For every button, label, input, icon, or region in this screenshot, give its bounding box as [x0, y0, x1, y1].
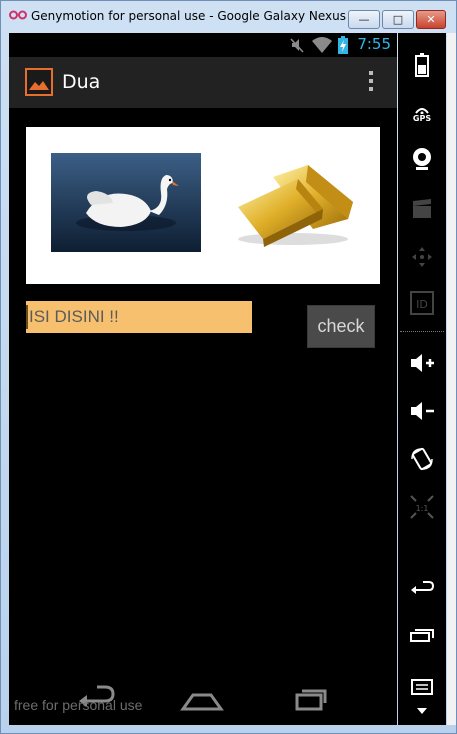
image-panel	[26, 127, 380, 284]
pixel-perfect-icon[interactable]: 1:1	[398, 489, 446, 525]
wifi-icon	[312, 37, 332, 53]
sidebar-back-icon[interactable]	[398, 569, 446, 605]
answer-input[interactable]	[26, 301, 252, 333]
maximize-button[interactable]: □	[382, 10, 414, 29]
status-time: 7:55	[357, 35, 391, 53]
pixel-perfect-label: 1:1	[416, 504, 429, 513]
sidebar-recent-apps-icon[interactable]	[398, 617, 446, 653]
genymotion-logo-icon	[9, 10, 27, 20]
emulator-window: Genymotion for personal use - Google Gal…	[0, 0, 457, 734]
recent-apps-icon[interactable]	[287, 679, 337, 719]
rotate-icon[interactable]	[398, 441, 446, 477]
battery-icon[interactable]	[398, 47, 446, 83]
dpad-icon[interactable]	[398, 239, 446, 275]
identifiers-icon[interactable]: ID	[398, 285, 446, 321]
id-label: ID	[416, 298, 428, 311]
action-bar: Dua	[9, 57, 397, 108]
window-scrollbar[interactable]	[447, 33, 456, 725]
close-icon: ✕	[426, 13, 436, 26]
mute-icon	[290, 38, 304, 53]
volume-down-icon[interactable]	[398, 393, 446, 429]
gps-icon[interactable]: GPS	[398, 95, 446, 131]
sidebar-divider	[400, 331, 444, 332]
status-bar: 7:55	[9, 33, 397, 57]
watermark: free for personal use	[14, 697, 143, 713]
webcam-icon[interactable]	[398, 141, 446, 177]
minimize-icon: —	[358, 13, 370, 26]
home-icon[interactable]	[177, 679, 227, 719]
overflow-menu-icon[interactable]	[367, 71, 375, 97]
maximize-icon: □	[392, 13, 404, 26]
window-title: Genymotion for personal use - Google Gal…	[31, 9, 351, 23]
window-titlebar[interactable]: Genymotion for personal use - Google Gal…	[1, 1, 457, 31]
app-title: Dua	[62, 71, 101, 93]
minimize-button[interactable]: —	[348, 10, 380, 29]
android-screen: 7:55 Dua ISI DISINI !! check free for pe…	[9, 33, 397, 725]
video-capture-icon[interactable]	[398, 191, 446, 227]
swan-image	[51, 153, 201, 252]
genymotion-sidebar: GPS ID 1:1	[398, 33, 446, 725]
gps-label: GPS	[412, 113, 432, 123]
volume-up-icon[interactable]	[398, 345, 446, 381]
close-button[interactable]: ✕	[416, 10, 446, 29]
scroll-down-icon[interactable]	[398, 701, 446, 721]
image-icon[interactable]	[25, 68, 53, 96]
gold-bars-image	[238, 165, 353, 247]
sidebar-menu-icon[interactable]	[398, 669, 446, 705]
text-cursor	[26, 305, 28, 329]
battery-charging-icon	[338, 36, 348, 54]
check-button[interactable]: check	[307, 305, 375, 348]
